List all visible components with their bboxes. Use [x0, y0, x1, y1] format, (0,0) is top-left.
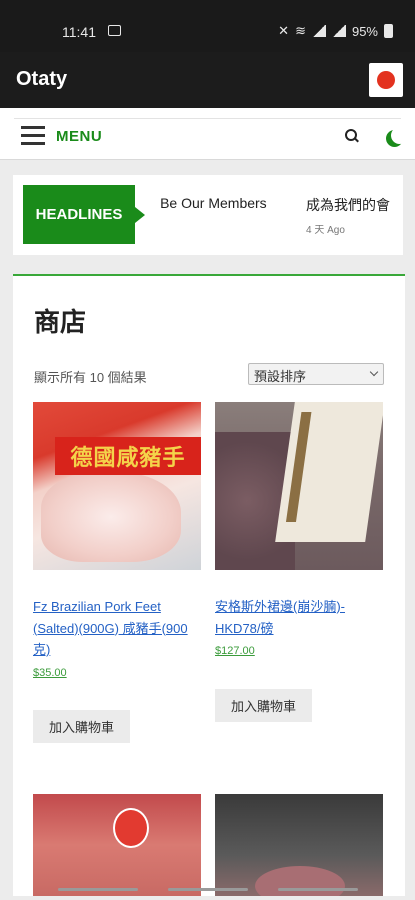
- shop-section: 商店 顯示所有 10 個結果 預設排序 德國咸豬手 Fz Brazilian P…: [13, 276, 405, 896]
- main-nav: MENU: [0, 108, 415, 160]
- nav-divider: [14, 118, 401, 119]
- headlines-ticker: HEADLINES  Be Our Members 成為我們的會 4 天 Ag…: [13, 175, 403, 255]
- app-title: Otaty: [16, 68, 68, 90]
- hamburger-menu-icon[interactable]: [21, 126, 45, 146]
- nav-bar: [0, 888, 415, 894]
- product-image[interactable]: 德國咸豬手: [33, 402, 201, 570]
- app-bar: Otaty: [0, 52, 415, 108]
- battery-icon: [384, 24, 393, 38]
- headlines-badge: HEADLINES: [23, 185, 145, 244]
- product-image[interactable]: [215, 402, 383, 570]
- status-icons: ✕ ≋ 95%: [278, 23, 393, 39]
- add-to-cart-button[interactable]: 加入購物車: [33, 710, 131, 743]
- product-price: $127.00: [215, 645, 255, 657]
- status-time: 11:41: [62, 24, 96, 40]
- mute-icon: ✕: [278, 23, 290, 38]
- product-photo-pork: [41, 472, 181, 562]
- result-count: 顯示所有 10 個結果: [34, 370, 147, 385]
- product-image[interactable]: [33, 794, 201, 896]
- chevron-down-icon: [369, 367, 379, 377]
- dark-mode-icon[interactable]: [391, 127, 408, 144]
- product-name-link[interactable]: Fz Brazilian Pork Feet (Salted)(900G) 咸豬…: [33, 596, 201, 661]
- signal-icon: [311, 25, 326, 37]
- search-icon[interactable]: [345, 129, 359, 143]
- page-title: 商店: [34, 307, 87, 337]
- gallery-icon: [108, 25, 121, 36]
- product-name-link[interactable]: 安格斯外裙邊(崩沙腩)-HKD78/磅: [215, 596, 383, 639]
- battery-percent: 95%: [351, 23, 378, 39]
- site-logo-icon[interactable]: [369, 63, 403, 97]
- product-package-tag: [275, 402, 383, 542]
- menu-button[interactable]: MENU: [56, 128, 102, 145]
- product-card: 德國咸豬手 Fz Brazilian Pork Feet (Salted)(90…: [33, 402, 201, 679]
- nav-home-icon[interactable]: [167, 888, 248, 891]
- nav-recent-icon[interactable]: [57, 888, 138, 891]
- product-image[interactable]: [215, 794, 383, 896]
- sort-select[interactable]: 預設排序: [248, 363, 384, 385]
- nav-back-icon[interactable]: [277, 888, 358, 891]
- headline-time: 4 天 Ago: [306, 225, 345, 236]
- product-card: 安格斯外裙邊(崩沙腩)-HKD78/磅 $127.00: [215, 402, 383, 657]
- sort-selected-value: 預設排序: [254, 369, 307, 384]
- signal-icon-2: [331, 25, 346, 37]
- headline-link[interactable]:  Be Our Members: [145, 195, 267, 213]
- status-bar: 11:41 ✕ ≋ 95%: [0, 0, 415, 52]
- product-price: $35.00: [33, 666, 67, 679]
- add-to-cart-button[interactable]: 加入購物車: [215, 689, 313, 722]
- headline-link-2[interactable]: 成為我們的會: [306, 195, 390, 215]
- product-package-label: 德國咸豬手: [55, 437, 201, 475]
- wifi-icon: ≋: [295, 23, 306, 38]
